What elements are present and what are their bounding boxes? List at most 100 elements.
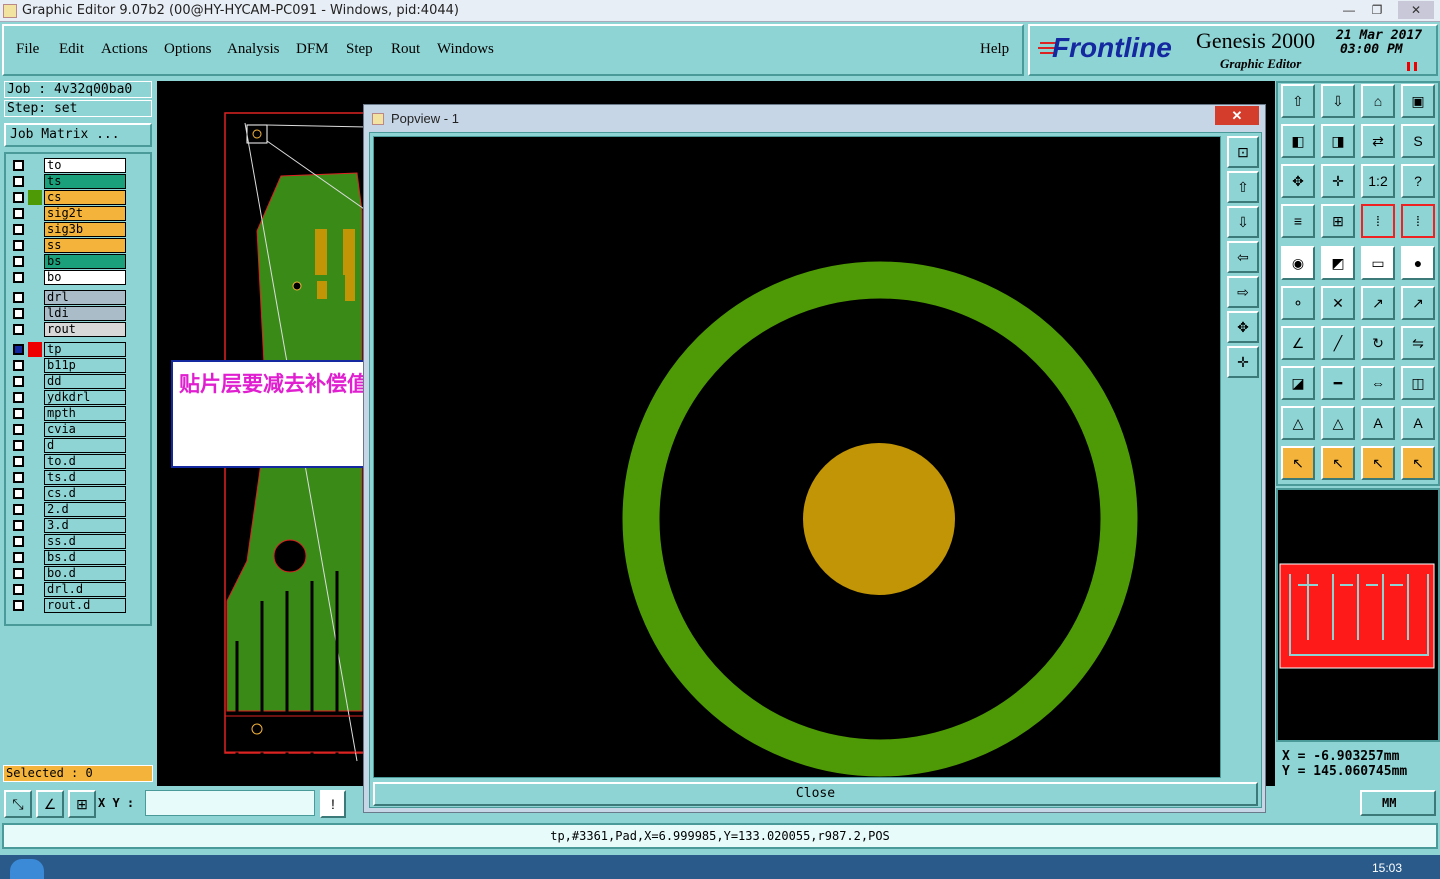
job-matrix-button[interactable]: Job Matrix ... [4, 123, 152, 147]
layer-checkbox[interactable] [13, 424, 24, 435]
layer-row-ss[interactable]: ss [10, 238, 126, 253]
layer-label[interactable]: mpth [44, 406, 126, 421]
popview-close-button[interactable]: Close [373, 782, 1258, 806]
layer-label[interactable]: ts.d [44, 470, 126, 485]
layer-label[interactable]: bs.d [44, 550, 126, 565]
layer-label[interactable]: bs [44, 254, 126, 269]
measure-icon[interactable]: ∠ [36, 790, 64, 818]
layer-row-ts-d[interactable]: ts.d [10, 470, 126, 485]
menu-actions[interactable]: Actions [101, 41, 148, 58]
pointer-circle-icon[interactable]: ↖ [1361, 446, 1395, 480]
minimize-button[interactable]: — [1336, 1, 1362, 19]
layer-label[interactable]: to [44, 158, 126, 173]
center-icon[interactable]: ✛ [1321, 164, 1355, 198]
zoom-home-icon[interactable]: ⇧ [1281, 84, 1315, 118]
menu-file[interactable]: File [16, 41, 39, 58]
layer-checkbox[interactable] [13, 472, 24, 483]
snap-center-icon[interactable]: ◉ [1281, 246, 1315, 280]
layer-checkbox[interactable] [13, 208, 24, 219]
home-icon[interactable]: ⌂ [1361, 84, 1395, 118]
layer-row-cvia[interactable]: cvia [10, 422, 126, 437]
layer-checkbox[interactable] [13, 160, 24, 171]
triangle-a-icon[interactable]: △ [1321, 406, 1355, 440]
layer-checkbox[interactable] [13, 536, 24, 547]
layer-label[interactable]: cs.d [44, 486, 126, 501]
layer-label[interactable]: 3.d [44, 518, 126, 533]
layer-label[interactable]: sig2t [44, 206, 126, 221]
popview-center-icon[interactable]: ✛ [1227, 346, 1259, 378]
zoom-pan-icon[interactable]: ⇩ [1321, 84, 1355, 118]
snap-icon[interactable]: S [1401, 124, 1435, 158]
menu-windows[interactable]: Windows [437, 41, 494, 58]
nodes-icon[interactable]: ⚬ [1281, 286, 1315, 320]
layer-checkbox[interactable] [13, 392, 24, 403]
layer-row-bo[interactable]: bo [10, 270, 126, 285]
layer-label[interactable]: 2.d [44, 502, 126, 517]
triangle-icon[interactable]: △ [1281, 406, 1315, 440]
layer-label[interactable]: ss.d [44, 534, 126, 549]
scale-1-2-icon[interactable]: 1:2 [1361, 164, 1395, 198]
ruler-icon[interactable]: ▭ [1361, 246, 1395, 280]
resize-icon[interactable]: ⇔ [1361, 366, 1395, 400]
layer-label[interactable]: dd [44, 374, 126, 389]
minimap[interactable] [1276, 488, 1440, 742]
layer-checkbox[interactable] [13, 272, 24, 283]
close-window-button[interactable]: ✕ [1398, 1, 1434, 19]
panels-icon[interactable]: ▣ [1401, 84, 1435, 118]
layer-checkbox[interactable] [13, 176, 24, 187]
filter-icon[interactable]: ≡ [1281, 204, 1315, 238]
layer-row-to[interactable]: to [10, 158, 126, 173]
layer-checkbox[interactable] [13, 440, 24, 451]
layer-row-rout[interactable]: rout [10, 322, 126, 337]
layer-row-sig2t[interactable]: sig2t [10, 206, 126, 221]
fit-icon[interactable]: ✥ [1281, 164, 1315, 198]
layer-label[interactable]: ss [44, 238, 126, 253]
menu-edit[interactable]: Edit [59, 41, 84, 58]
layer-row-bs-d[interactable]: bs.d [10, 550, 126, 565]
help-query-icon[interactable]: ? [1401, 164, 1435, 198]
layer-checkbox[interactable] [13, 376, 24, 387]
layer-label[interactable]: ts [44, 174, 126, 189]
layer-checkbox[interactable] [13, 360, 24, 371]
layer-checkbox[interactable] [13, 552, 24, 563]
copy-icon[interactable]: ↗ [1401, 286, 1435, 320]
layer-row-to-d[interactable]: to.d [10, 454, 126, 469]
menu-dfm[interactable]: DFM [296, 41, 329, 58]
layers-red2-icon[interactable]: ⁞ [1401, 204, 1435, 238]
popview-right-icon[interactable]: ⇨ [1227, 276, 1259, 308]
popview-fit-icon[interactable]: ✥ [1227, 311, 1259, 343]
layer-label[interactable]: ydkdrl [44, 390, 126, 405]
layer-row-3-d[interactable]: 3.d [10, 518, 126, 533]
line-h-icon[interactable]: ━ [1321, 366, 1355, 400]
layer-checkbox[interactable] [13, 192, 24, 203]
layer-checkbox[interactable] [13, 256, 24, 267]
layer-checkbox[interactable] [13, 488, 24, 499]
xy-input[interactable] [145, 790, 315, 816]
layer-checkbox[interactable] [13, 504, 24, 515]
units-select[interactable]: MM [1360, 790, 1436, 816]
layer-row-mpth[interactable]: mpth [10, 406, 126, 421]
layer-row-drl-d[interactable]: drl.d [10, 582, 126, 597]
layer-row-bo-d[interactable]: bo.d [10, 566, 126, 581]
layer-row-cs[interactable]: cs [10, 190, 126, 205]
maximize-button[interactable]: ❐ [1364, 1, 1390, 19]
grid-toggle-icon[interactable]: ⊞ [1321, 204, 1355, 238]
layer-label[interactable]: d [44, 438, 126, 453]
layer-checkbox[interactable] [13, 292, 24, 303]
layers-red-icon[interactable]: ⁞ [1361, 204, 1395, 238]
layer-label[interactable]: tp [44, 342, 126, 357]
rotate-icon[interactable]: ↻ [1361, 326, 1395, 360]
layer-label[interactable]: to.d [44, 454, 126, 469]
menu-step[interactable]: Step [346, 41, 373, 58]
layer-row-ldi[interactable]: ldi [10, 306, 126, 321]
layer-row-sig3b[interactable]: sig3b [10, 222, 126, 237]
layer-label[interactable]: ldi [44, 306, 126, 321]
layer-row-d[interactable]: d [10, 438, 126, 453]
layer-label[interactable]: rout.d [44, 598, 126, 613]
cross-icon[interactable]: ✕ [1321, 286, 1355, 320]
layer-label[interactable]: rout [44, 322, 126, 337]
dot-icon[interactable]: ● [1401, 246, 1435, 280]
layer-label[interactable]: cvia [44, 422, 126, 437]
triangle-b-icon[interactable]: A [1361, 406, 1395, 440]
move-icon[interactable]: ↗ [1361, 286, 1395, 320]
